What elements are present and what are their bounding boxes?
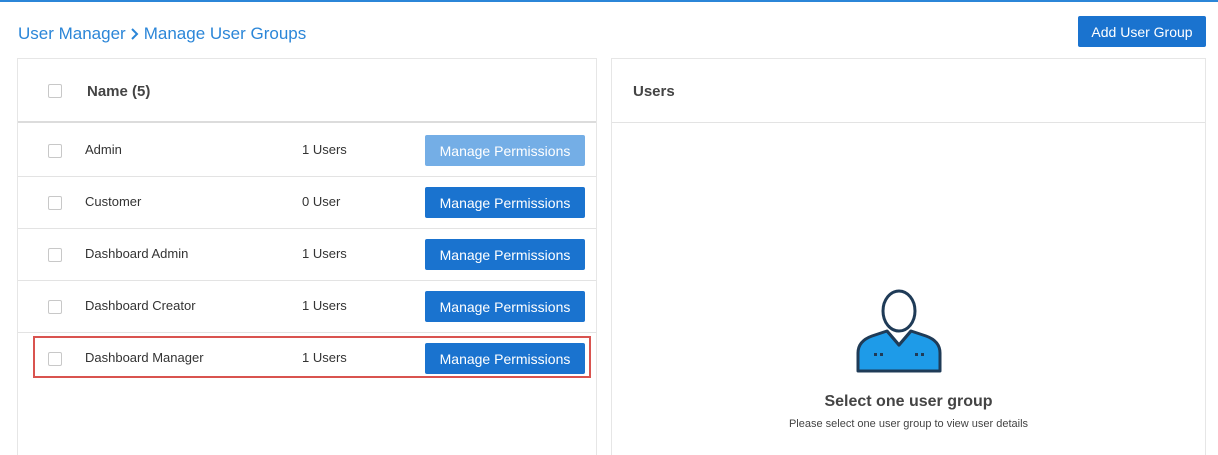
row-checkbox[interactable] — [48, 196, 62, 210]
row-checkbox[interactable] — [48, 300, 62, 314]
group-name: Dashboard Manager — [85, 350, 204, 365]
table-row[interactable]: Dashboard Creator 1 Users Manage Permiss… — [18, 281, 596, 333]
chevron-right-icon — [126, 24, 144, 44]
select-all-checkbox[interactable] — [48, 84, 62, 98]
group-name: Dashboard Admin — [85, 246, 189, 261]
row-checkbox[interactable] — [48, 352, 62, 366]
row-checkbox[interactable] — [48, 144, 62, 158]
page-header: User Manager Manage User Groups Add User… — [0, 2, 1218, 58]
users-panel-header: Users — [612, 59, 1205, 123]
group-user-count: 0 User — [302, 194, 341, 209]
breadcrumb-user-manager[interactable]: User Manager — [18, 24, 126, 44]
table-row[interactable]: Admin 1 Users Manage Permissions — [18, 125, 596, 177]
manage-permissions-button[interactable]: Manage Permissions — [425, 343, 585, 374]
row-checkbox[interactable] — [48, 248, 62, 262]
users-panel-title: Users — [633, 83, 675, 100]
group-user-count: 1 Users — [302, 298, 347, 313]
group-user-count: 1 Users — [302, 246, 347, 261]
table-row[interactable]: Customer 0 User Manage Permissions — [18, 177, 596, 229]
group-name: Customer — [85, 194, 142, 209]
user-avatar-icon — [854, 287, 944, 377]
table-row[interactable]: Dashboard Manager 1 Users Manage Permiss… — [18, 333, 596, 385]
name-column-header: Name (5) — [87, 83, 151, 100]
manage-permissions-button[interactable]: Manage Permissions — [425, 239, 585, 270]
group-user-count: 1 Users — [302, 142, 347, 157]
manage-permissions-button[interactable]: Manage Permissions — [425, 135, 585, 166]
breadcrumb-current: Manage User Groups — [143, 24, 307, 43]
groups-table-header: Name (5) — [18, 59, 596, 123]
group-user-count: 1 Users — [302, 350, 347, 365]
users-panel: Users Select one user group Please selec… — [611, 58, 1206, 455]
breadcrumb: User Manager Manage User Groups — [18, 24, 306, 44]
table-row[interactable]: Dashboard Admin 1 Users Manage Permissio… — [18, 229, 596, 281]
users-empty-state: Select one user group Please select one … — [612, 123, 1205, 455]
user-groups-panel: Name (5) Admin 1 Users Manage Permission… — [17, 58, 597, 455]
manage-permissions-button[interactable]: Manage Permissions — [425, 291, 585, 322]
add-user-group-button[interactable]: Add User Group — [1078, 16, 1206, 47]
group-name: Admin — [85, 142, 122, 157]
empty-state-subtitle: Please select one user group to view use… — [788, 418, 1029, 430]
manage-permissions-button[interactable]: Manage Permissions — [425, 187, 585, 218]
empty-state-title: Select one user group — [824, 393, 993, 410]
group-name: Dashboard Creator — [85, 298, 196, 313]
